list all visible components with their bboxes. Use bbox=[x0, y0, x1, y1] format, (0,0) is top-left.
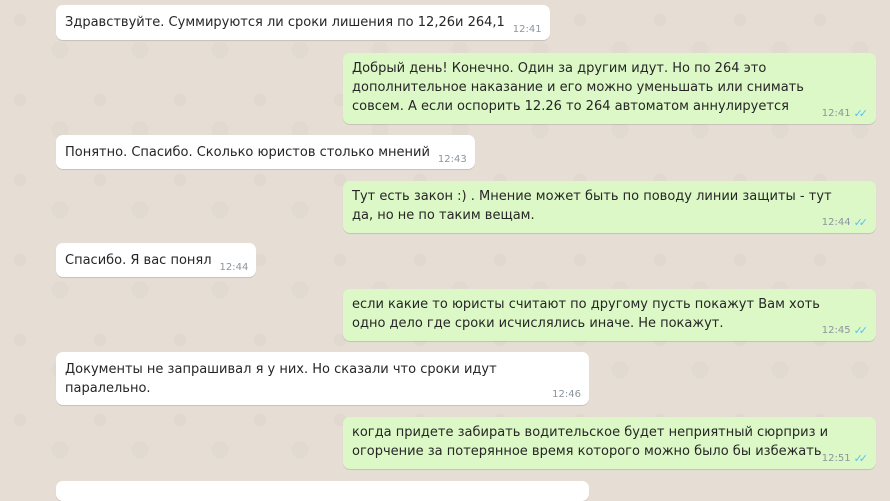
message-time: 12:43 bbox=[437, 154, 467, 165]
message-meta: 12:51 ✓✓ bbox=[822, 453, 868, 465]
message-time: 12:41 bbox=[821, 108, 851, 119]
message-meta: 12:44 ✓✓ bbox=[822, 217, 868, 229]
message-meta: 12:45 ✓✓ bbox=[822, 325, 868, 337]
message-text: Тут есть закон :) . Мнение может быть по… bbox=[352, 189, 832, 223]
message-incoming[interactable]: Понятно. Спасибо. Сколько юристов стольк… bbox=[56, 135, 475, 169]
message-time: 12:44 bbox=[219, 262, 249, 273]
message-time: 12:46 bbox=[552, 389, 581, 400]
message-incoming[interactable]: Здравствуйте. Суммируются ли сроки лишен… bbox=[56, 5, 550, 40]
message-outgoing[interactable]: если какие то юристы считают по другому … bbox=[343, 289, 876, 341]
message-outgoing[interactable]: когда придете забирать водительское буде… bbox=[343, 417, 876, 469]
message-outgoing[interactable]: Тут есть закон :) . Мнение может быть по… bbox=[343, 181, 876, 233]
message-incoming[interactable]: Спасибо. Я вас понял 12:44 bbox=[56, 243, 257, 277]
message-outgoing[interactable]: Добрый день! Конечно. Один за другим иду… bbox=[343, 53, 876, 124]
message-text: Здравствуйте. Суммируются ли сроки лишен… bbox=[65, 15, 505, 30]
message-text: Спасибо. Я вас понял bbox=[65, 253, 212, 268]
double-check-icon: ✓✓ bbox=[853, 216, 869, 229]
double-check-icon: ✓✓ bbox=[853, 107, 869, 120]
message-text: Добрый день! Конечно. Один за другим иду… bbox=[352, 61, 804, 114]
double-check-icon: ✓✓ bbox=[853, 452, 869, 465]
double-check-icon: ✓✓ bbox=[853, 324, 869, 337]
message-time: 12:51 bbox=[821, 453, 851, 464]
message-text: Понятно. Спасибо. Сколько юристов стольк… bbox=[65, 145, 430, 160]
message-time: 12:44 bbox=[821, 217, 851, 228]
message-time: 12:41 bbox=[512, 24, 542, 35]
message-meta: 12:41 ✓✓ bbox=[822, 108, 868, 120]
message-text: когда придете забирать водительское буде… bbox=[352, 425, 829, 459]
message-text: если какие то юристы считают по другому … bbox=[352, 297, 820, 331]
message-incoming-partial[interactable] bbox=[56, 481, 589, 501]
message-text: Документы не запрашивал я у них. Но сказ… bbox=[65, 362, 497, 396]
message-list[interactable]: Здравствуйте. Суммируются ли сроки лишен… bbox=[0, 0, 890, 501]
message-meta: 12:46 bbox=[552, 389, 581, 401]
message-time: 12:45 bbox=[821, 325, 851, 336]
message-incoming[interactable]: Документы не запрашивал я у них. Но сказ… bbox=[56, 352, 589, 405]
